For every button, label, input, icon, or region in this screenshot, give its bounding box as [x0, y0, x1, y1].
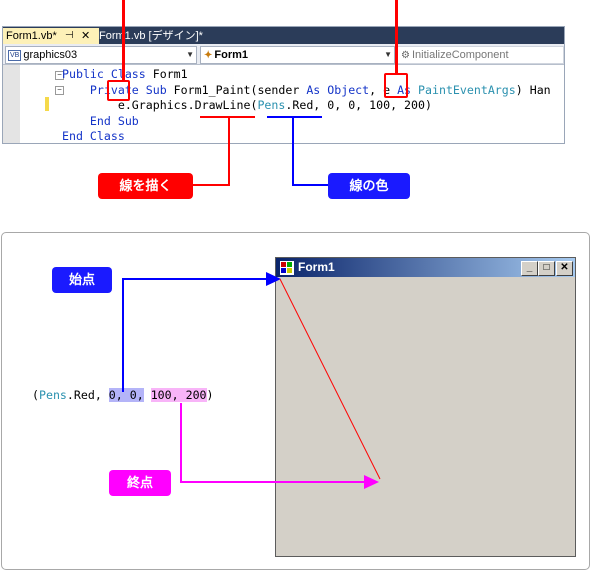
start-arrow-line: [122, 278, 268, 392]
end-arrow-line: [180, 403, 365, 483]
connector-arrows: [122, 272, 381, 489]
start-arrow-head: [266, 272, 281, 286]
end-arrow-head: [364, 475, 379, 489]
drawn-red-line: [279, 278, 381, 480]
